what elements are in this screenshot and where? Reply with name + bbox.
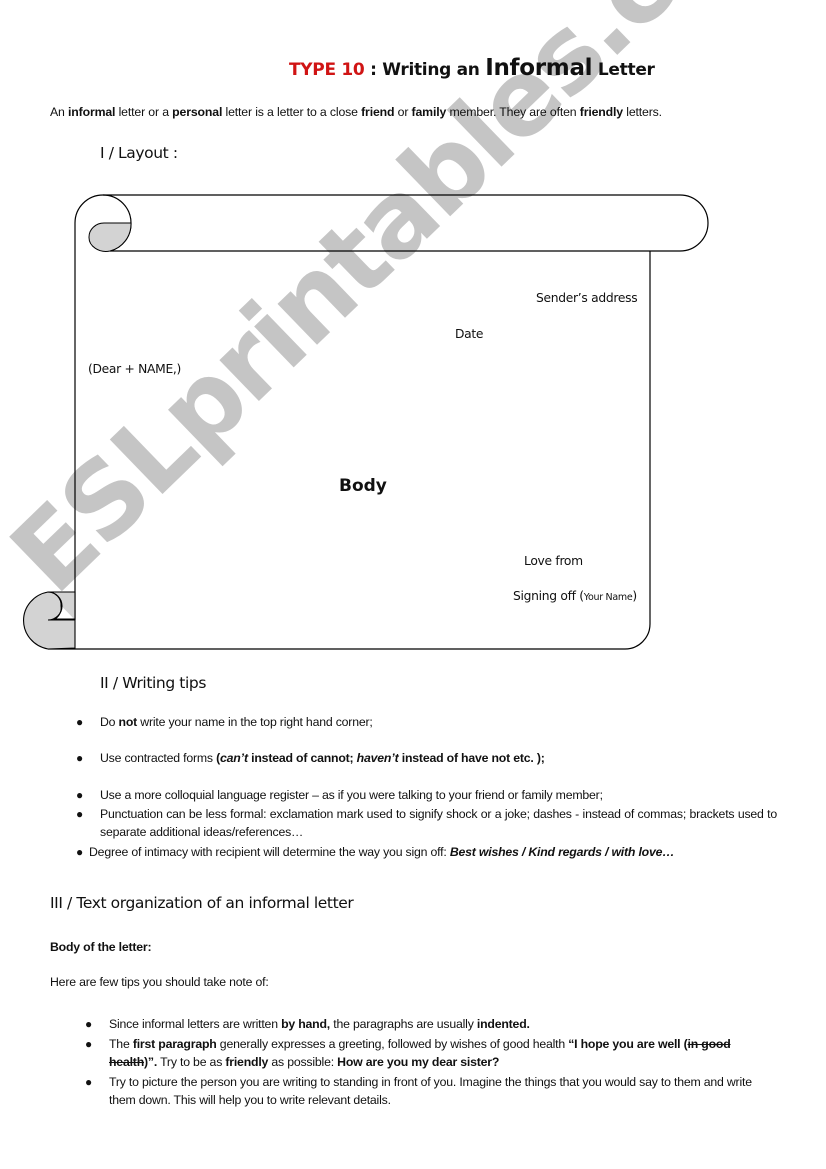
section-writing-tips-heading: II / Writing tips bbox=[100, 674, 206, 692]
text-run: Punctuation can be less formal: exclamat… bbox=[100, 807, 777, 839]
emphasis-run: first paragraph bbox=[132, 1037, 217, 1051]
text-run: Try to be as bbox=[157, 1055, 226, 1069]
organization-tip-item: ● The first paragraph generally expresses… bbox=[85, 1035, 779, 1071]
bullet-icon: ● bbox=[76, 845, 84, 859]
bullet-icon: ● bbox=[85, 1037, 93, 1051]
emphasis-run: by hand, bbox=[281, 1017, 331, 1031]
emphasis-run: friendly bbox=[225, 1055, 269, 1069]
text-run: Degree of intimacy with recipient will d… bbox=[89, 845, 450, 859]
emphasis-run: How are you my dear sister? bbox=[337, 1055, 500, 1069]
organization-tip-item: ● Try to picture the person you are writi… bbox=[85, 1073, 781, 1109]
scroll-letter-diagram bbox=[23, 194, 709, 650]
emphasis-run: instead of have not etc. ); bbox=[398, 751, 545, 765]
text-run: Use a more colloquial language register … bbox=[100, 788, 603, 802]
text-run: as possible: bbox=[268, 1055, 338, 1069]
scroll-top-roll bbox=[103, 194, 709, 252]
text-run: the paragraphs are usually bbox=[330, 1017, 477, 1031]
tip-text: Since informal letters are written by ha… bbox=[109, 1017, 530, 1031]
text-run: Since informal letters are written bbox=[109, 1017, 282, 1031]
bullet-icon: ● bbox=[85, 1017, 93, 1031]
tip-text: Degree of intimacy with recipient will d… bbox=[89, 845, 675, 859]
senders-address-label: Sender’s address bbox=[536, 291, 638, 305]
organization-tip-item: ● Since informal letters are written by h… bbox=[85, 1015, 779, 1033]
bullet-icon: ● bbox=[76, 788, 84, 802]
tip-text: Use a more colloquial language register … bbox=[100, 788, 603, 802]
scroll-bottom-curl bbox=[23, 591, 76, 650]
your-name-label: Your Name bbox=[583, 592, 633, 603]
tip-item: ● Degree of intimacy with recipient will … bbox=[76, 843, 789, 861]
text-run: The bbox=[109, 1037, 133, 1051]
emphasis-run: instead of cannot; bbox=[247, 751, 357, 765]
tip-item: ● Do not write your name in the top right… bbox=[76, 713, 780, 731]
emphasis-run: “I hope you are well ( bbox=[568, 1037, 688, 1051]
section-text-organization-heading: III / Text organization of an informal l… bbox=[50, 894, 354, 912]
bullet-icon: ● bbox=[76, 807, 84, 821]
text-run: write your name in the top right hand co… bbox=[137, 715, 373, 729]
scroll-top-curl-fill bbox=[88, 222, 132, 252]
tip-text: Do not write your name in the top right … bbox=[100, 715, 373, 729]
text-run: Do bbox=[100, 715, 119, 729]
tips-lead-text: Here are few tips you should take note o… bbox=[50, 975, 269, 989]
closing-label: Love from bbox=[524, 554, 583, 568]
tip-item: ● Use contracted forms (can’t instead of … bbox=[76, 749, 780, 767]
tip-text: Punctuation can be less formal: exclamat… bbox=[100, 807, 777, 839]
body-of-letter-subheading: Body of the letter: bbox=[50, 940, 152, 954]
tip-item: ● Punctuation can be less formal: exclama… bbox=[76, 805, 777, 841]
bullet-icon: ● bbox=[76, 715, 84, 729]
body-label: Body bbox=[339, 476, 387, 496]
tip-text: The first paragraph generally expresses … bbox=[109, 1037, 731, 1069]
emphasis-run: can’t bbox=[220, 751, 248, 765]
text-run: Use contracted forms bbox=[100, 751, 217, 765]
tip-item: ● Use a more colloquial language register… bbox=[76, 786, 780, 804]
tip-text: Try to picture the person you are writin… bbox=[109, 1075, 752, 1107]
text-run: Try to picture the person you are writin… bbox=[109, 1075, 752, 1107]
tip-text: Use contracted forms (can’t instead of c… bbox=[100, 751, 545, 765]
bullet-icon: ● bbox=[76, 751, 84, 765]
text-run: generally expresses a greeting, followed… bbox=[216, 1037, 569, 1051]
emphasis-run: indented. bbox=[476, 1017, 530, 1031]
emphasis-run: haven’t bbox=[356, 751, 399, 765]
bullet-icon: ● bbox=[85, 1075, 93, 1089]
scroll-left-edge bbox=[74, 194, 104, 620]
emphasis-run: Best wishes / Kind regards / with love… bbox=[449, 845, 675, 859]
emphasis-run: not bbox=[118, 715, 138, 729]
signing-off-label: Signing off (Your Name) bbox=[513, 589, 637, 603]
date-label: Date bbox=[455, 327, 484, 341]
greeting-label: (Dear + NAME,) bbox=[88, 362, 182, 376]
emphasis-run: )”. bbox=[144, 1055, 158, 1069]
